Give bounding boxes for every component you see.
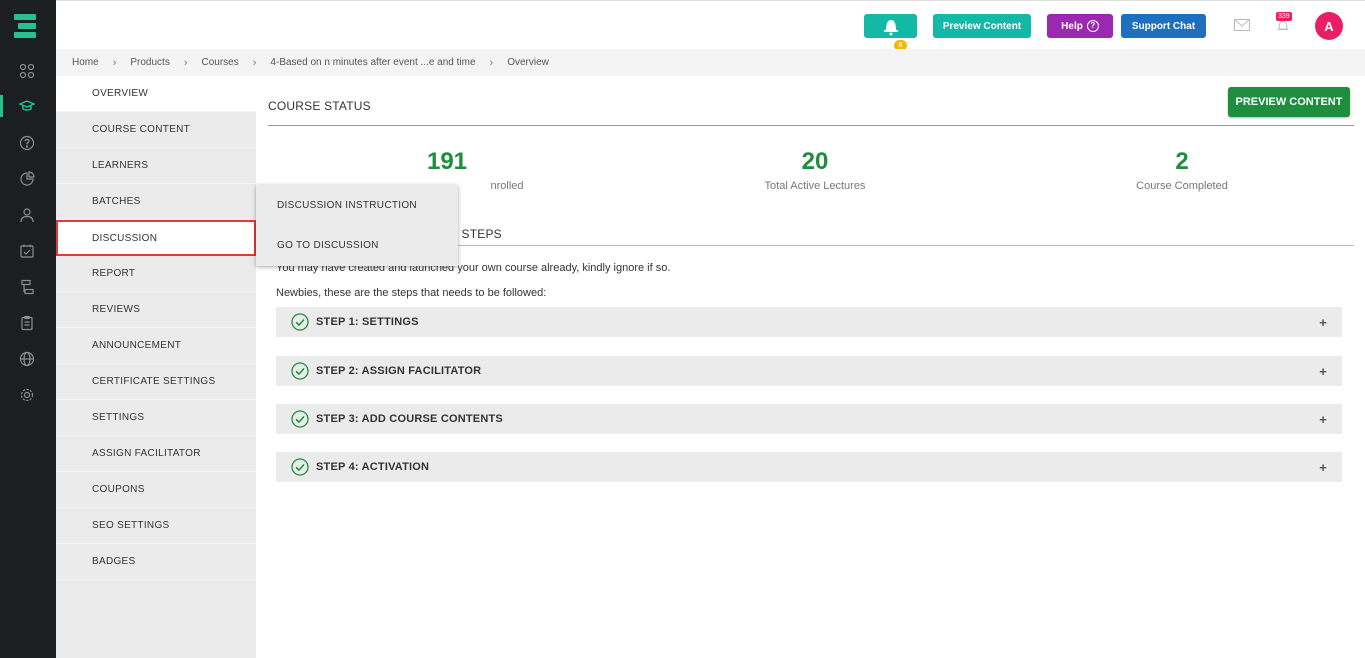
divider	[458, 245, 1354, 246]
app-logo[interactable]	[14, 14, 36, 38]
check-circle-icon	[291, 362, 309, 380]
step-accordion-activation[interactable]: STEP 4: ACTIVATION +	[276, 452, 1342, 482]
breadcrumb-home[interactable]: Home	[72, 57, 99, 68]
chevron-right-icon: ›	[183, 56, 188, 69]
breadcrumb-course[interactable]: 4-Based on n minutes after event ...e an…	[270, 57, 475, 68]
globe-icon[interactable]	[18, 350, 36, 368]
notification-count-badge: 339	[1276, 12, 1292, 21]
breadcrumb: Home › Products › Courses › 4-Based on n…	[56, 49, 1365, 76]
check-circle-icon	[291, 458, 309, 476]
step-accordion-assign-facilitator[interactable]: STEP 2: ASSIGN FACILITATOR +	[276, 356, 1342, 386]
menu-item-coupons[interactable]: COUPONS	[56, 472, 256, 508]
graduation-cap-icon[interactable]	[18, 97, 36, 115]
menu-item-seo-settings[interactable]: SEO SETTINGS	[56, 508, 256, 544]
clipboard-icon[interactable]	[18, 314, 36, 332]
breadcrumb-products[interactable]: Products	[130, 57, 169, 68]
plus-icon[interactable]: +	[1319, 364, 1327, 379]
announcement-bell-button[interactable]	[864, 14, 917, 38]
step-accordion-add-course-contents[interactable]: STEP 3: ADD COURSE CONTENTS +	[276, 404, 1342, 434]
submenu-go-to-discussion[interactable]: GO TO DISCUSSION	[256, 225, 458, 265]
user-avatar[interactable]: A	[1315, 12, 1343, 40]
step-label: STEP 3: ADD COURSE CONTENTS	[316, 413, 503, 425]
stat-value: 191	[426, 148, 468, 175]
menu-item-certificate-settings[interactable]: CERTIFICATE SETTINGS	[56, 364, 256, 400]
course-status-title: COURSE STATUS	[268, 99, 371, 113]
plus-icon[interactable]: +	[1319, 460, 1327, 475]
bell-icon	[883, 20, 898, 36]
rail-active-indicator	[0, 95, 3, 117]
menu-item-report[interactable]: REPORT	[56, 256, 256, 292]
menu-item-reviews[interactable]: REVIEWS	[56, 292, 256, 328]
user-icon[interactable]	[18, 206, 36, 224]
menu-item-learners[interactable]: LEARNERS	[56, 148, 256, 184]
stat-course-completed: 2 Course Completed	[1082, 148, 1282, 192]
step-label: STEP 2: ASSIGN FACILITATOR	[316, 365, 482, 377]
course-side-menu: OVERVIEW COURSE CONTENT LEARNERS BATCHES…	[56, 76, 256, 658]
discussion-submenu: DISCUSSION INSTRUCTION GO TO DISCUSSION	[256, 185, 458, 266]
plus-icon[interactable]: +	[1319, 315, 1327, 330]
gear-icon[interactable]	[18, 386, 36, 404]
stat-value: 2	[1175, 148, 1189, 175]
sitemap-icon[interactable]	[18, 278, 36, 296]
menu-item-batches[interactable]: BATCHES	[56, 184, 256, 220]
question-icon: ?	[1086, 20, 1099, 32]
help-label: Help	[1061, 20, 1083, 32]
divider	[268, 125, 1354, 126]
chevron-right-icon: ›	[489, 56, 494, 69]
chevron-right-icon: ›	[252, 56, 257, 69]
menu-item-discussion[interactable]: DISCUSSION	[56, 220, 256, 256]
stat-label: Course Completed	[1136, 180, 1228, 192]
preview-content-button[interactable]: Preview Content	[933, 14, 1031, 38]
step-accordion-settings[interactable]: STEP 1: SETTINGS +	[276, 307, 1342, 337]
step-label: STEP 4: ACTIVATION	[316, 461, 430, 473]
top-bar: 0 Preview Content Help ? Support Chat 33…	[56, 0, 1365, 51]
help-circle-icon[interactable]	[18, 134, 36, 152]
left-rail	[0, 0, 56, 658]
chevron-right-icon: ›	[112, 56, 117, 69]
menu-item-announcement[interactable]: ANNOUNCEMENT	[56, 328, 256, 364]
check-circle-icon	[291, 313, 309, 331]
menu-item-assign-facilitator[interactable]: ASSIGN FACILITATOR	[56, 436, 256, 472]
apps-icon[interactable]	[18, 62, 36, 80]
preview-content-main-button[interactable]: PREVIEW CONTENT	[1228, 87, 1350, 117]
breadcrumb-overview: Overview	[507, 57, 549, 68]
menu-item-overview[interactable]: OVERVIEW	[56, 76, 256, 112]
stat-value: 20	[801, 148, 829, 175]
pie-chart-icon[interactable]	[18, 170, 36, 188]
breadcrumb-courses[interactable]: Courses	[202, 57, 239, 68]
mail-icon[interactable]	[1234, 19, 1250, 31]
intro-text-2: Newbies, these are the steps that needs …	[276, 287, 547, 299]
submenu-discussion-instruction[interactable]: DISCUSSION INSTRUCTION	[256, 185, 458, 225]
help-button[interactable]: Help ?	[1047, 14, 1113, 38]
step-label: STEP 1: SETTINGS	[316, 316, 419, 328]
plus-icon[interactable]: +	[1319, 412, 1327, 427]
check-circle-icon	[291, 410, 309, 428]
stat-label: Total Active Lectures	[764, 180, 866, 192]
support-chat-button[interactable]: Support Chat	[1121, 14, 1206, 38]
calendar-icon[interactable]	[18, 242, 36, 260]
menu-item-course-content[interactable]: COURSE CONTENT	[56, 112, 256, 148]
stat-active-lectures: 20 Total Active Lectures	[715, 148, 915, 192]
menu-item-settings[interactable]: SETTINGS	[56, 400, 256, 436]
menu-item-badges[interactable]: BADGES	[56, 544, 256, 580]
